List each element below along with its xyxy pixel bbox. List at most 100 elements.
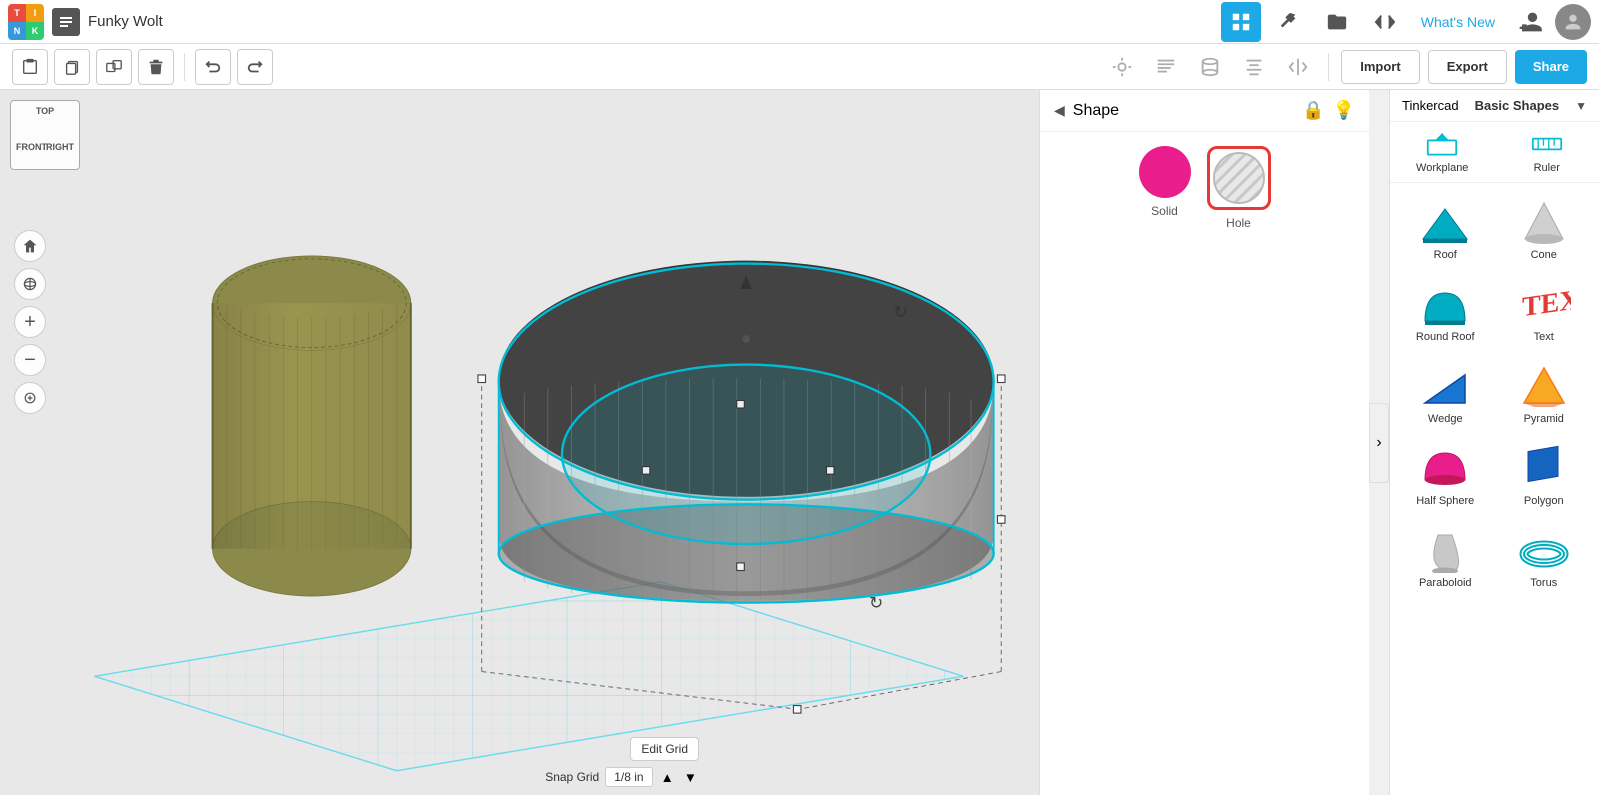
torus-icon <box>1517 527 1571 573</box>
light-bulb-button[interactable] <box>1104 49 1140 85</box>
hammer-icon <box>1278 11 1300 33</box>
projects-button[interactable] <box>1317 2 1357 42</box>
hole-circle-indicator <box>1213 152 1265 204</box>
paraboloid-label: Paraboloid <box>1419 577 1472 589</box>
shape-item-half-sphere[interactable]: Half Sphere <box>1398 437 1493 515</box>
whats-new-button[interactable]: What's New <box>1413 14 1503 30</box>
snap-grid-value[interactable]: 1/8 in <box>605 767 652 787</box>
shapes-library-panel: Tinkercad Basic Shapes ▼ Workplane <box>1389 90 1599 795</box>
code-button[interactable] <box>1365 2 1405 42</box>
cube-top-label: TOP <box>36 106 54 116</box>
light-bulb-icon[interactable]: 💡 <box>1333 100 1355 121</box>
hole-option[interactable]: Hole <box>1207 146 1271 230</box>
grid-plane <box>94 582 963 771</box>
shape-item-wedge[interactable]: Wedge <box>1398 355 1493 433</box>
snap-grid-up-button[interactable]: ▲ <box>659 770 676 785</box>
edit-grid-button[interactable]: Edit Grid <box>630 737 699 761</box>
build-button[interactable] <box>1269 2 1309 42</box>
align-button[interactable] <box>1236 49 1272 85</box>
undo-icon <box>204 58 222 76</box>
solid-option[interactable]: Solid <box>1139 146 1191 230</box>
logo-i: I <box>26 4 44 22</box>
share-button[interactable]: Share <box>1515 50 1587 84</box>
tinkercad-logo[interactable]: T I N K E R C A D <box>8 4 44 40</box>
orbit-button[interactable] <box>14 268 46 300</box>
lock-icon[interactable]: 🔒 <box>1302 100 1324 121</box>
rotate-handle-br[interactable]: ↻ <box>869 593 883 612</box>
new-icon <box>21 58 39 76</box>
handle-tl[interactable] <box>478 375 486 383</box>
wedge-label: Wedge <box>1428 413 1463 425</box>
text-label: Text <box>1534 331 1554 343</box>
cylinder-icon <box>1199 56 1221 78</box>
duplicate-button[interactable] <box>96 49 132 85</box>
rotate-handle-tr[interactable]: ↻ <box>894 302 908 321</box>
project-icon[interactable] <box>52 8 80 36</box>
panel-collapse-toggle[interactable]: › <box>1369 403 1389 483</box>
shape-item-paraboloid[interactable]: Paraboloid <box>1398 519 1493 597</box>
import-button[interactable]: Import <box>1341 50 1419 84</box>
handle-bot[interactable] <box>737 563 745 571</box>
center-handle[interactable] <box>742 335 750 343</box>
snap-grid-down-button[interactable]: ▼ <box>682 770 699 785</box>
zoom-in-button[interactable]: + <box>14 306 46 338</box>
handle-bl[interactable] <box>793 706 801 714</box>
project-name[interactable]: Funky Wolt <box>88 13 163 30</box>
view-cube[interactable]: TOP FRONT RIGHT <box>10 100 80 170</box>
notes-button[interactable] <box>1148 49 1184 85</box>
cone-label: Cone <box>1531 249 1557 261</box>
orbit-icon <box>22 276 38 292</box>
shape-item-pyramid[interactable]: Pyramid <box>1497 355 1592 433</box>
ruler-icon <box>1531 130 1563 158</box>
redo-icon <box>246 58 264 76</box>
shape-item-cone[interactable]: Cone <box>1497 191 1592 269</box>
ruler-button[interactable]: Ruler <box>1495 122 1599 182</box>
fit-view-button[interactable] <box>14 382 46 414</box>
cube-right-label: RIGHT <box>46 142 74 152</box>
shape-item-roof[interactable]: Roof <box>1398 191 1493 269</box>
canvas-3d[interactable]: ↻ ↻ <box>0 90 1039 795</box>
cube-face[interactable]: TOP FRONT RIGHT <box>10 100 80 170</box>
zoom-out-button[interactable]: − <box>14 344 46 376</box>
redo-button[interactable] <box>237 49 273 85</box>
handle-top[interactable] <box>737 400 745 408</box>
main-shape[interactable] <box>499 261 994 603</box>
shapes-dropdown-button[interactable]: Basic Shapes <box>1475 98 1560 113</box>
folder-icon <box>1326 11 1348 33</box>
copy-button[interactable] <box>54 49 90 85</box>
user-avatar[interactable] <box>1555 4 1591 40</box>
toolbar: Import Export Share <box>0 44 1599 90</box>
viewport[interactable]: TOP FRONT RIGHT + − <box>0 90 1039 795</box>
workplane-button[interactable]: Workplane <box>1390 122 1495 182</box>
home-view-button[interactable] <box>14 230 46 262</box>
export-button[interactable]: Export <box>1428 50 1507 84</box>
round-roof-label: Round Roof <box>1416 331 1475 343</box>
handle-tr[interactable] <box>997 375 1005 383</box>
shapes-header-text: Tinkercad <box>1402 98 1459 113</box>
delete-button[interactable] <box>138 49 174 85</box>
handle-br[interactable] <box>997 516 1005 524</box>
undo-button[interactable] <box>195 49 231 85</box>
shape-item-text[interactable]: TEXT Text <box>1497 273 1592 351</box>
snap-grid-label: Snap Grid <box>545 770 599 784</box>
mirror-button[interactable] <box>1280 49 1316 85</box>
grid-view-button[interactable] <box>1221 2 1261 42</box>
log-shape[interactable] <box>213 256 411 596</box>
add-user-button[interactable] <box>1511 4 1547 40</box>
handle-left[interactable] <box>642 467 650 475</box>
new-button[interactable] <box>12 49 48 85</box>
shape-panel-title: Shape <box>1073 102 1294 120</box>
shapes-grid: Roof Cone <box>1390 183 1599 605</box>
workplane-icon <box>1426 130 1458 158</box>
workplane-label: Workplane <box>1416 162 1468 174</box>
navigation-controls: + − <box>14 230 46 414</box>
shape-item-torus[interactable]: Torus <box>1497 519 1592 597</box>
shape-item-polygon[interactable]: Polygon <box>1497 437 1592 515</box>
cylinder-button[interactable] <box>1192 49 1228 85</box>
shapes-dropdown-arrow[interactable]: ▼ <box>1575 99 1587 113</box>
shape-item-round-roof[interactable]: Round Roof <box>1398 273 1493 351</box>
panel-collapse-arrow[interactable]: ◀ <box>1054 102 1065 119</box>
light-icon <box>1111 56 1133 78</box>
handle-right[interactable] <box>826 467 834 475</box>
shapes-panel-header: Tinkercad Basic Shapes ▼ <box>1390 90 1599 122</box>
